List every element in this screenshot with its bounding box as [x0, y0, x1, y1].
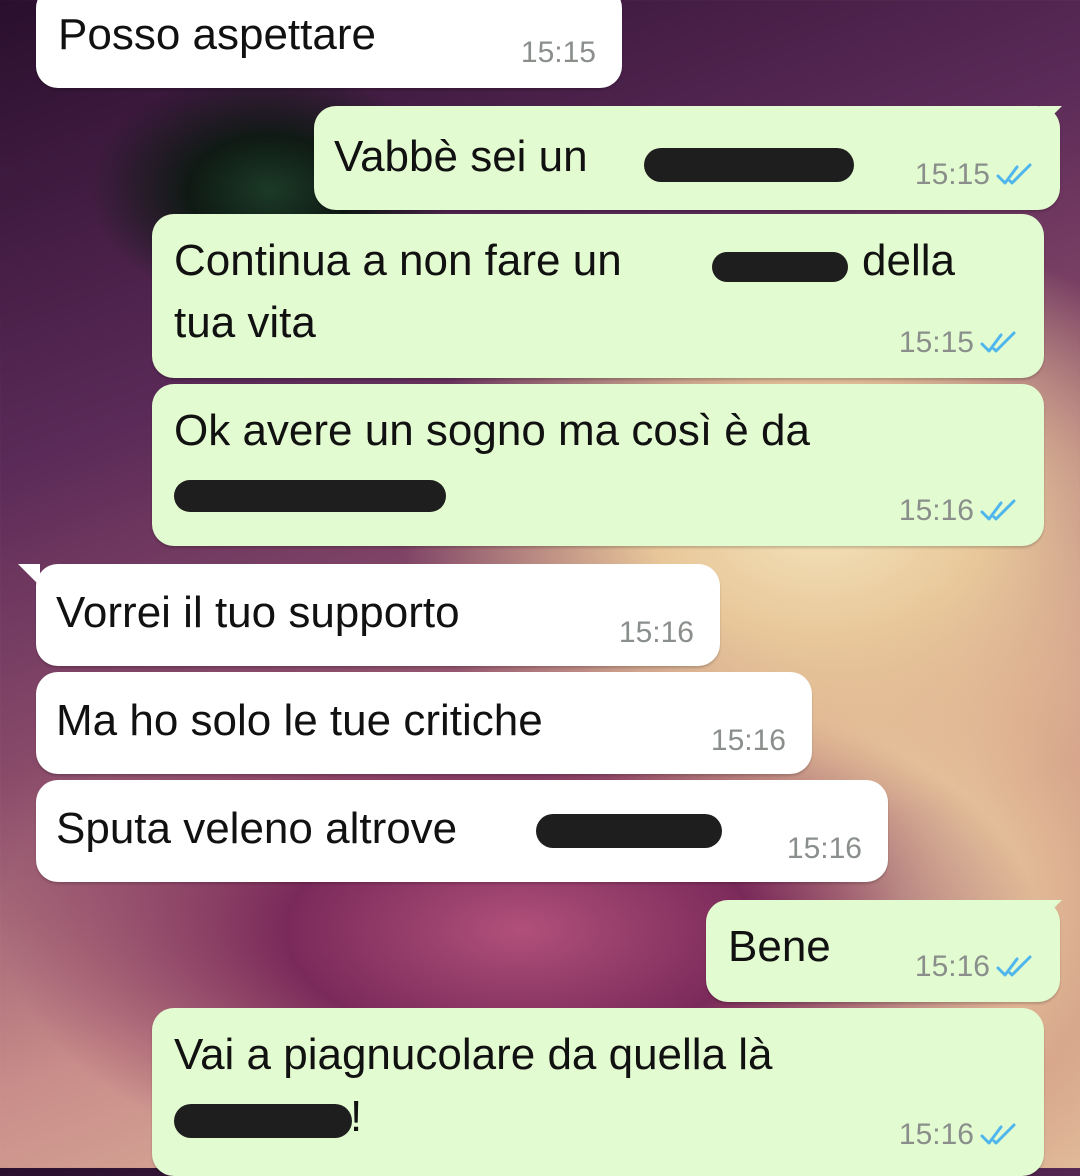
message-bubble-outgoing[interactable]: Ok avere un sogno ma così è da 15:16	[152, 384, 1044, 546]
message-meta: 15:16	[899, 1118, 1018, 1152]
message-text: della	[862, 236, 955, 285]
message-meta: 15:16	[787, 832, 862, 866]
message-time: 15:16	[898, 1118, 974, 1151]
double-check-icon	[996, 163, 1032, 185]
message-time: 15:15	[520, 36, 596, 69]
message-bubble-incoming[interactable]: Vorrei il tuo supporto 15:16	[36, 564, 720, 666]
message-text: Ma ho solo le tue critiche	[56, 696, 543, 745]
message-text: Posso aspettare	[58, 10, 376, 59]
message-meta: 15:15	[915, 158, 1034, 192]
message-text: Vorrei il tuo supporto	[56, 588, 460, 637]
redaction-mark	[174, 480, 446, 512]
message-bubble-outgoing[interactable]: Vabbè sei un 15:15	[314, 106, 1060, 210]
double-check-icon	[996, 955, 1032, 977]
message-bubble-incoming[interactable]: Posso aspettare 15:15	[36, 0, 622, 88]
message-time: 15:16	[914, 950, 990, 983]
message-meta: 15:16	[899, 494, 1018, 528]
redaction-mark	[644, 148, 854, 182]
message-time: 15:16	[898, 494, 974, 527]
message-bubble-outgoing[interactable]: Continua a non fare un della tua vita 15…	[152, 214, 1044, 378]
message-text: Bene	[728, 922, 831, 971]
message-text: Vabbè sei un	[334, 132, 588, 181]
double-check-icon	[980, 331, 1016, 353]
message-meta: 15:16	[711, 724, 786, 758]
message-meta: 15:15	[899, 326, 1018, 360]
double-check-icon	[980, 499, 1016, 521]
message-meta: 15:15	[521, 36, 596, 70]
message-bubble-incoming[interactable]: Ma ho solo le tue critiche 15:16	[36, 672, 812, 774]
redaction-mark	[712, 252, 848, 282]
message-time: 15:15	[914, 158, 990, 191]
message-text: Continua a non fare un	[174, 236, 622, 285]
message-meta: 15:16	[619, 616, 694, 650]
message-text: Vai a piagnucolare da quella là	[174, 1030, 773, 1079]
message-meta: 15:16	[915, 950, 1034, 984]
message-text: !	[350, 1092, 363, 1141]
message-bubble-incoming[interactable]: Sputa veleno altrove 15:16	[36, 780, 888, 882]
redaction-mark	[174, 1104, 352, 1138]
double-check-icon	[980, 1123, 1016, 1145]
message-bubble-outgoing[interactable]: Vai a piagnucolare da quella là ! 15:16	[152, 1008, 1044, 1176]
message-time: 15:16	[786, 832, 862, 865]
message-text: Sputa veleno altrove	[56, 804, 458, 853]
redaction-mark	[536, 814, 722, 848]
message-time: 15:16	[618, 616, 694, 649]
message-bubble-outgoing[interactable]: Bene 15:16	[706, 900, 1060, 1002]
message-time: 15:15	[898, 326, 974, 359]
message-time: 15:16	[710, 724, 786, 757]
message-text: tua vita	[174, 298, 316, 347]
message-text: Ok avere un sogno ma così è da	[174, 406, 810, 455]
